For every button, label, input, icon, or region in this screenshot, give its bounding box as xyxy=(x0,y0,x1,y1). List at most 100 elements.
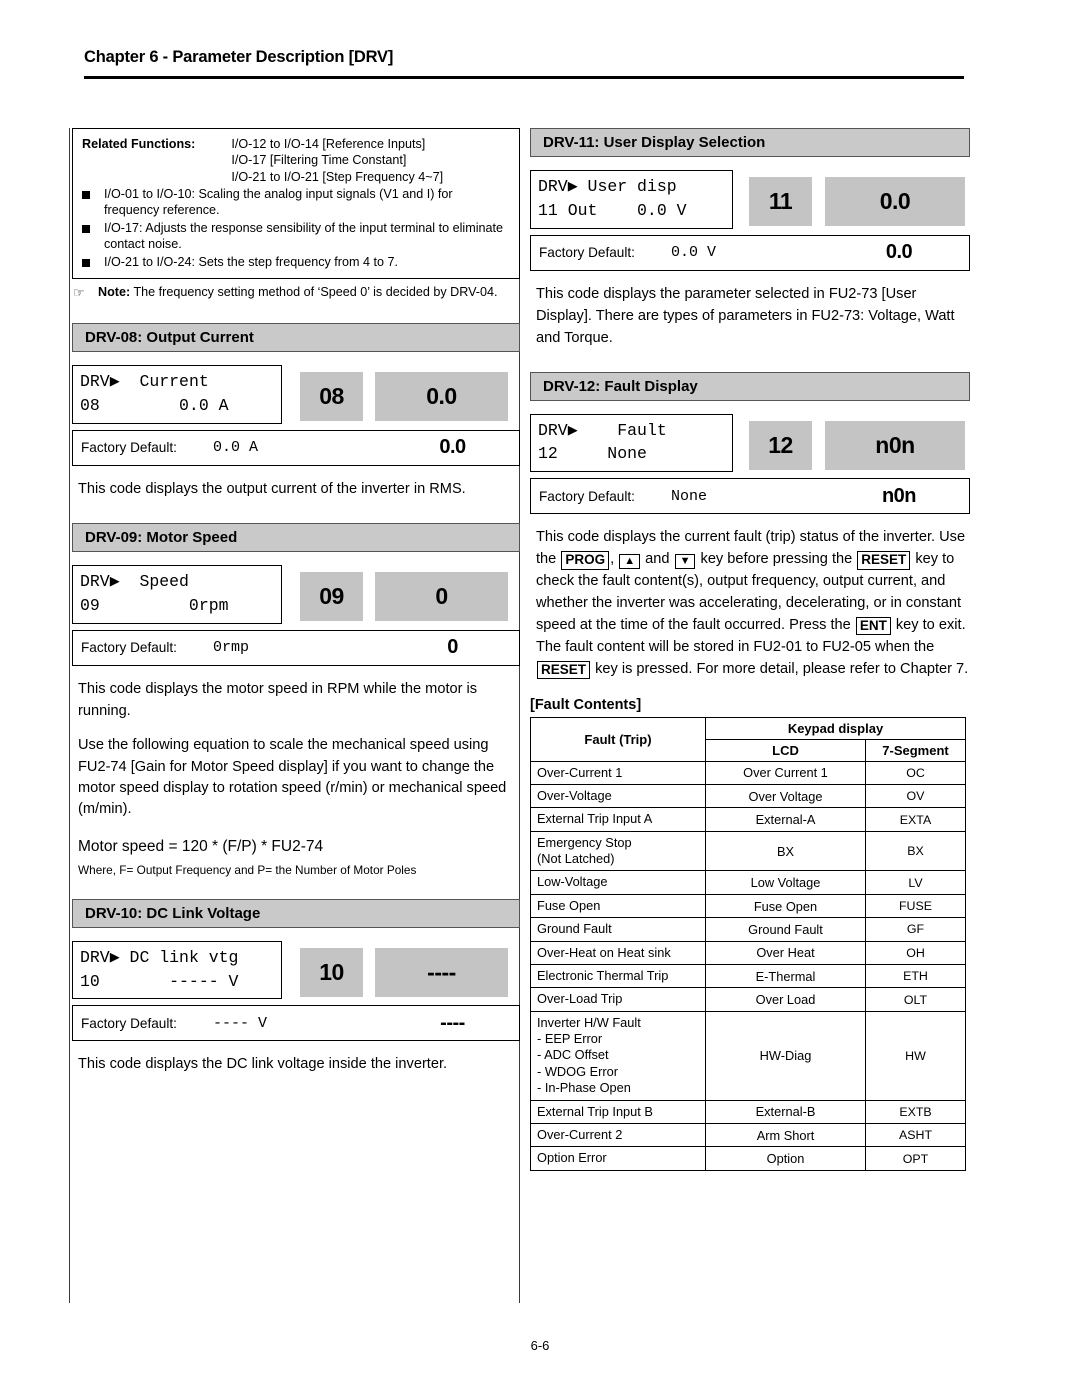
up-arrow-key[interactable]: ▲ xyxy=(619,554,641,570)
factory-default-label: Factory Default: xyxy=(539,245,635,261)
cell-fault-trip: External Trip Input B xyxy=(530,1099,706,1124)
th-lcd: LCD xyxy=(705,738,866,762)
prog-key[interactable]: PROG xyxy=(561,551,610,570)
bullet-text: I/O-21 to I/O-24: Sets the step frequenc… xyxy=(104,254,398,269)
cell-lcd: Arm Short xyxy=(705,1122,866,1148)
cell-7segment: FUSE xyxy=(865,893,966,919)
cell-7segment: LV xyxy=(865,870,966,895)
fault-contents-table: Fault (Trip) Keypad display LCD 7-Segmen… xyxy=(530,716,966,1171)
th-fault-trip: Fault (Trip) xyxy=(530,716,706,762)
code-badge-drv09: 09 xyxy=(300,571,363,621)
cell-fault-trip: Electronic Thermal Trip xyxy=(530,963,706,989)
description-drv10: This code displays the DC link voltage i… xyxy=(78,1056,448,1073)
table-header-row-1: Fault (Trip) Keypad display xyxy=(530,716,966,762)
ent-key[interactable]: ENT xyxy=(855,616,891,636)
cell-lcd: Over Current 1 xyxy=(705,760,866,785)
page-footer: 6-6 xyxy=(0,1338,1080,1353)
desc-part: key before pressing the xyxy=(696,551,857,568)
cell-7segment: HW xyxy=(865,1010,966,1101)
fault-contents-title: [Fault Contents] xyxy=(530,696,642,713)
code-badge-drv10: 10 xyxy=(300,947,363,997)
table-row: Over-Current 1 Over Current 1 OC xyxy=(530,760,966,785)
square-bullet-icon xyxy=(82,224,90,233)
value-badge-drv11: 0.0 xyxy=(825,177,965,226)
cell-lcd: E-Thermal xyxy=(705,963,866,989)
fault-contents-body: Over-Current 1 Over Current 1 OC Over-Volta… xyxy=(530,760,966,1171)
left-edge-rule xyxy=(69,128,70,1303)
note-body-text: The frequency setting method of ‘Speed 0… xyxy=(130,284,498,299)
factory-default-value: 0.0 V xyxy=(670,244,716,262)
cell-fault-trip: Over-Voltage xyxy=(530,783,706,809)
right-column: DRV-11: User Display Selection DRV▶ User… xyxy=(530,128,970,1171)
cell-fault-trip: Ground Fault xyxy=(530,917,706,942)
cell-lcd: Over Load xyxy=(705,987,866,1012)
lcd-display-drv08: DRV▶ Current 08 0.0 A xyxy=(72,365,282,424)
cell-lcd: Ground Fault xyxy=(705,917,866,942)
table-row: External Trip Input B External-B EXTB xyxy=(530,1099,966,1124)
cell-lcd: BX xyxy=(705,830,866,872)
cell-fault-trip: Low-Voltage xyxy=(530,870,706,895)
desc-part: key is pressed. For more detail, please … xyxy=(591,660,969,677)
factory-default-label: Factory Default: xyxy=(81,440,177,456)
bullet-text: I/O-01 to I/O-10: Scaling the analog inp… xyxy=(104,187,453,218)
cell-7segment: GF xyxy=(865,917,966,942)
reset-key[interactable]: RESET xyxy=(537,660,591,680)
related-function-item: I/O-12 to I/O-14 [Reference Inputs] xyxy=(231,137,426,151)
description-drv11: This code displays the parameter selecte… xyxy=(536,285,955,346)
lcd-display-drv09: DRV▶ Speed 09 0rpm xyxy=(72,564,282,624)
note-block: ☞ Note: The frequency setting method of … xyxy=(72,284,520,301)
table-row: Over-Current 2 Arm Short ASHT xyxy=(530,1122,966,1148)
table-row: Ground Fault Ground Fault GF xyxy=(530,917,966,942)
section-heading-drv09: DRV-09: Motor Speed xyxy=(72,522,520,552)
cell-7segment: EXTB xyxy=(865,1099,966,1124)
left-column: Related Functions: I/O-12 to I/O-14 [Ref… xyxy=(72,128,520,1076)
page-number: 6-6 xyxy=(530,1338,550,1353)
cell-lcd: Low Voltage xyxy=(705,870,866,895)
cell-7segment: BX xyxy=(865,830,966,872)
lcd-line-2: 09 0rpm xyxy=(80,595,229,615)
cell-7segment: OLT xyxy=(865,987,966,1012)
factory-default-row-drv12: Factory Default: None n0n xyxy=(530,478,970,515)
factory-default-row-drv10: Factory Default: ---- V ---- xyxy=(72,1005,520,1042)
factory-default-label: Factory Default: xyxy=(81,1015,177,1031)
section-heading-drv10: DRV-10: DC Link Voltage xyxy=(72,898,520,928)
chapter-title: Chapter 6 - Parameter Description [DRV] xyxy=(84,48,394,66)
cell-7segment: ETH xyxy=(865,963,966,989)
section-heading-drv11: DRV-11: User Display Selection xyxy=(530,128,970,157)
cell-lcd: External-A xyxy=(705,807,866,832)
cell-7segment: ASHT xyxy=(865,1122,966,1148)
cell-7segment: OPT xyxy=(865,1146,966,1171)
header-divider xyxy=(84,76,964,79)
cell-lcd: Over Voltage xyxy=(705,783,866,809)
section-heading-drv12: DRV-12: Fault Display xyxy=(530,371,970,401)
motor-speed-equation-note: Where, F= Output Frequency and P= the Nu… xyxy=(78,862,417,877)
reset-key[interactable]: RESET xyxy=(857,551,911,570)
page-header: Chapter 6 - Parameter Description [DRV] xyxy=(84,48,964,71)
cell-lcd: Over Heat xyxy=(705,940,866,965)
cell-7segment: EXTA xyxy=(865,807,966,832)
pointing-hand-icon: ☞ xyxy=(73,284,85,300)
cell-fault-trip: Over-Heat on Heat sink xyxy=(530,940,706,965)
note-label: Note: xyxy=(98,284,131,299)
factory-default-value: 0rmp xyxy=(212,639,249,657)
cell-fault-trip: Over-Current 2 xyxy=(530,1122,706,1148)
factory-default-value: ---- V xyxy=(212,1014,267,1032)
bullet-text: I/O-17: Adjusts the response sensibility… xyxy=(104,220,504,252)
table-row: Low-Voltage Low Voltage LV xyxy=(530,870,966,895)
lcd-display-drv10: DRV▶ DC link vtg 10 ----- V xyxy=(72,940,282,1000)
lcd-line-2: 12 None xyxy=(538,444,647,464)
description-drv09-b: Use the following equation to scale the … xyxy=(78,737,507,818)
table-row: Over-Load Trip Over Load OLT xyxy=(530,987,966,1012)
motor-speed-equation: Motor speed = 120 * (F/P) * FU2-74 xyxy=(78,837,324,855)
table-row: Option Error Option OPT xyxy=(530,1146,966,1171)
code-badge-drv12: 12 xyxy=(749,420,812,470)
factory-default-segment: 0 xyxy=(447,636,458,659)
factory-default-row-drv11: Factory Default: 0.0 V 0.0 xyxy=(530,234,970,271)
cell-7segment: OV xyxy=(865,783,966,809)
related-functions-box: Related Functions: I/O-12 to I/O-14 [Ref… xyxy=(72,128,520,279)
lcd-line-2: 10 ----- V xyxy=(80,971,239,991)
lcd-display-drv12: DRV▶ Fault 12 None xyxy=(530,413,733,473)
down-arrow-key[interactable]: ▼ xyxy=(674,554,696,570)
factory-default-value: None xyxy=(670,487,707,505)
factory-default-label: Factory Default: xyxy=(539,488,635,504)
